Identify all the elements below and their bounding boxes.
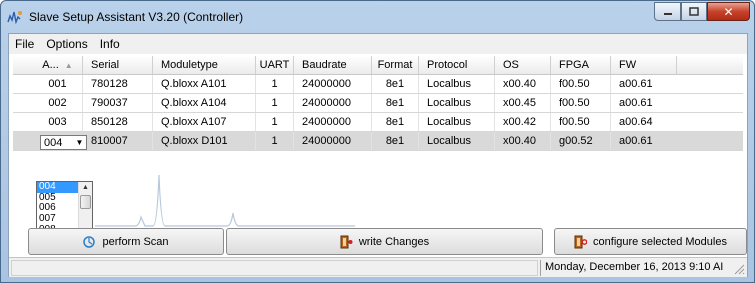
- table-row[interactable]: 003 850128 Q.bloxx A107 1 24000000 8e1 L…: [13, 113, 743, 132]
- table-row[interactable]: 001 780128 Q.bloxx A101 1 24000000 8e1 L…: [13, 75, 743, 94]
- maximize-button[interactable]: [681, 2, 707, 21]
- module-table: A... ▲ Serial Moduletype UART Baudrate Fo…: [13, 56, 743, 151]
- cell-address: 003: [33, 113, 83, 131]
- cell-fw: a00.61: [619, 135, 653, 147]
- configure-modules-button[interactable]: configure selected Modules: [554, 228, 747, 255]
- write-changes-button[interactable]: write Changes: [226, 228, 543, 255]
- header-format[interactable]: Format: [372, 56, 419, 74]
- cell-moduletype: Q.bloxx A104: [153, 94, 256, 112]
- cell-fpga: f00.50: [551, 75, 611, 93]
- button-bar: perform Scan write Changes configure sel…: [28, 228, 747, 255]
- cell-fpga: g00.52: [551, 132, 611, 150]
- header-fw[interactable]: FW: [611, 56, 677, 74]
- perform-scan-label: perform Scan: [102, 235, 169, 248]
- configure-icon: [574, 235, 588, 248]
- configure-modules-label: configure selected Modules: [593, 235, 727, 248]
- address-combobox-value: 004: [44, 136, 63, 149]
- scan-icon: [83, 235, 96, 248]
- minimize-icon: [663, 12, 672, 15]
- status-divider: [540, 260, 541, 276]
- cell-protocol: Localbus: [419, 132, 495, 150]
- sort-icon: ▲: [64, 60, 73, 70]
- cell-uart: 1: [256, 113, 294, 131]
- header-os[interactable]: OS: [495, 56, 551, 74]
- perform-scan-button[interactable]: perform Scan: [28, 228, 224, 255]
- cell-fw: a00.61: [619, 97, 653, 109]
- cell-fpga: f00.50: [551, 113, 611, 131]
- header-fpga[interactable]: FPGA: [551, 56, 611, 74]
- cell-moduletype: Q.bloxx D101: [153, 132, 256, 150]
- cell-format: 8e1: [372, 132, 419, 150]
- cell-address: 001: [33, 75, 83, 93]
- cell-protocol: Localbus: [419, 94, 495, 112]
- main-window: Slave Setup Assistant V3.20 (Controller)…: [0, 0, 755, 283]
- cell-serial: 810007: [83, 132, 153, 150]
- cell-serial: 780128: [83, 75, 153, 93]
- cell-uart: 1: [256, 132, 294, 150]
- minimize-button[interactable]: [654, 2, 681, 21]
- cell-os: x00.40: [495, 132, 551, 150]
- window-title: Slave Setup Assistant V3.20 (Controller): [29, 10, 244, 24]
- cell-os: x00.42: [495, 113, 551, 131]
- scrollbar-thumb[interactable]: [80, 195, 91, 209]
- cell-fw: a00.61: [619, 78, 653, 90]
- table-header: A... ▲ Serial Moduletype UART Baudrate Fo…: [13, 56, 743, 75]
- cell-serial: 790037: [83, 94, 153, 112]
- write-icon: [340, 235, 353, 248]
- status-bar: Monday, December 16, 2013 9:10 AI: [9, 257, 747, 277]
- table-row[interactable]: 002 790037 Q.bloxx A104 1 24000000 8e1 L…: [13, 94, 743, 113]
- cell-uart: 1: [256, 75, 294, 93]
- header-address[interactable]: A... ▲: [33, 56, 83, 74]
- cell-os: x00.40: [495, 75, 551, 93]
- resize-grip-icon[interactable]: [733, 263, 745, 275]
- scroll-up-icon[interactable]: ▲: [79, 182, 92, 194]
- client-area: File Options Info A... ▲ Serial Moduletyp…: [8, 33, 748, 277]
- cell-format: 8e1: [372, 113, 419, 131]
- cell-fw: a00.64: [619, 116, 653, 128]
- cell-uart: 1: [256, 94, 294, 112]
- signal-plot-background: [95, 174, 355, 227]
- cell-moduletype: Q.bloxx A107: [153, 113, 256, 131]
- header-serial[interactable]: Serial: [83, 56, 153, 74]
- menu-file[interactable]: File: [9, 37, 40, 51]
- table-row-selected[interactable]: 004 ▼ 810007 Q.bloxx D101 1 24000000 8e1…: [13, 132, 743, 151]
- app-logo-icon: [7, 11, 22, 24]
- status-datetime: Monday, December 16, 2013 9:10 AI: [545, 261, 724, 273]
- address-combobox[interactable]: 004 ▼: [40, 135, 87, 150]
- status-message-panel: [11, 260, 538, 276]
- write-changes-label: write Changes: [358, 235, 430, 248]
- menu-bar: File Options Info: [9, 34, 747, 54]
- cell-baudrate: 24000000: [294, 113, 372, 131]
- menu-options[interactable]: Options: [40, 37, 93, 51]
- maximize-icon: [689, 7, 699, 16]
- header-uart[interactable]: UART: [256, 56, 294, 74]
- cell-format: 8e1: [372, 94, 419, 112]
- cell-fpga: f00.50: [551, 94, 611, 112]
- cell-protocol: Localbus: [419, 113, 495, 131]
- cell-protocol: Localbus: [419, 75, 495, 93]
- cell-serial: 850128: [83, 113, 153, 131]
- header-moduletype[interactable]: Moduletype: [153, 56, 256, 74]
- cell-baudrate: 24000000: [294, 132, 372, 150]
- header-protocol[interactable]: Protocol: [419, 56, 495, 74]
- cell-moduletype: Q.bloxx A101: [153, 75, 256, 93]
- header-baudrate[interactable]: Baudrate: [294, 56, 372, 74]
- close-icon: ✕: [723, 4, 734, 19]
- cell-baudrate: 24000000: [294, 75, 372, 93]
- menu-info[interactable]: Info: [94, 37, 126, 51]
- close-button[interactable]: ✕: [707, 2, 750, 21]
- cell-baudrate: 24000000: [294, 94, 372, 112]
- title-bar[interactable]: Slave Setup Assistant V3.20 (Controller)…: [1, 1, 754, 33]
- cell-address: 002: [33, 94, 83, 112]
- cell-format: 8e1: [372, 75, 419, 93]
- cell-os: x00.45: [495, 94, 551, 112]
